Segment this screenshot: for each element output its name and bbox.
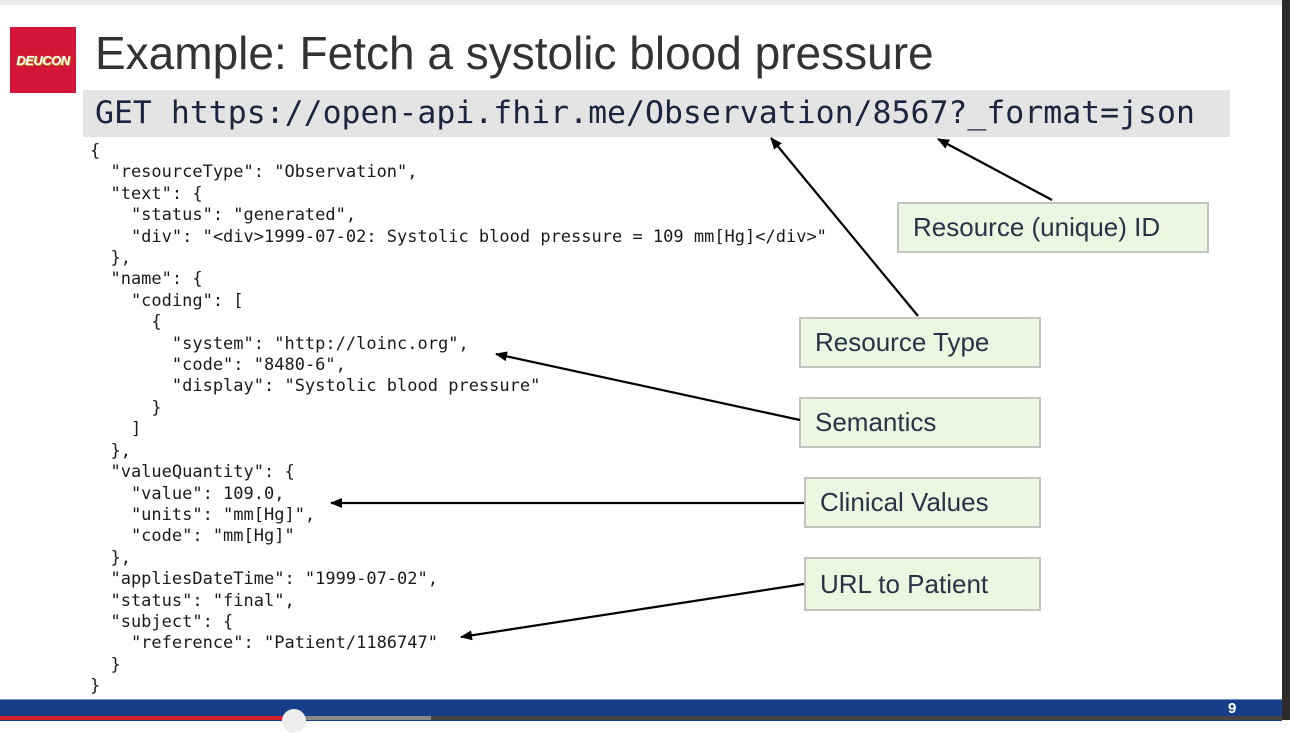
arrow-url-to-patient (460, 582, 805, 641)
video-progress-fill (0, 716, 290, 720)
callout-arrows (330, 137, 1053, 641)
page-number: 9 (1228, 700, 1237, 717)
arrow-resource-id (937, 138, 1053, 201)
video-scrubber-handle[interactable] (281, 709, 306, 733)
right-edge (1282, 0, 1290, 720)
arrow-resource-type (770, 137, 919, 317)
arrow-semantics (495, 351, 801, 422)
